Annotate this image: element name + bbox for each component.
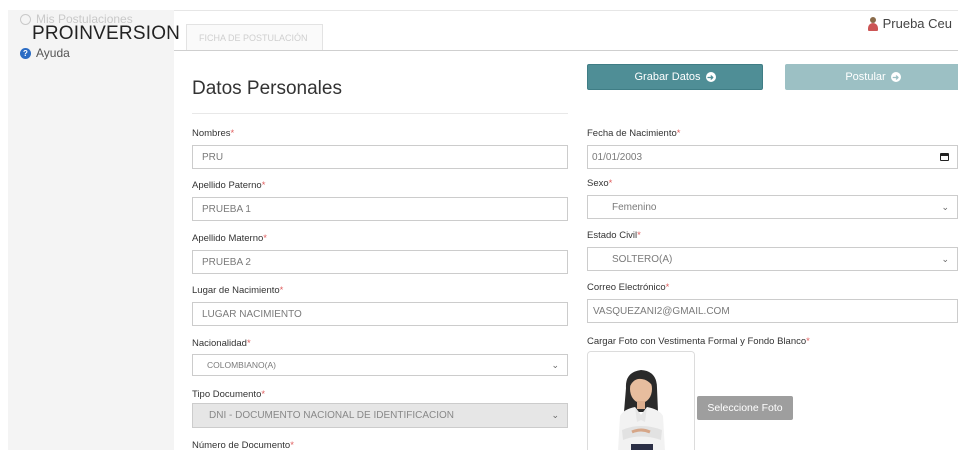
user-name: Prueba Ceu bbox=[882, 16, 952, 31]
fecha-nacimiento-input[interactable]: 01/01/2003 bbox=[587, 145, 958, 169]
chevron-down-icon: ⌄ bbox=[551, 359, 559, 370]
label-sexo: Sexo* bbox=[587, 178, 613, 189]
save-button[interactable]: Grabar Datos ➜ bbox=[587, 64, 763, 90]
estado-civil-select[interactable]: SOLTERO(A) ⌄ bbox=[587, 247, 958, 271]
tab-ficha-postulacion[interactable]: FICHA DE POSTULACIÓN bbox=[186, 24, 323, 51]
apply-button-label: Postular bbox=[845, 71, 886, 83]
sexo-value: Femenino bbox=[612, 201, 657, 213]
chevron-down-icon: ⌄ bbox=[941, 253, 949, 264]
nacionalidad-select[interactable]: COLOMBIANO(A) ⌄ bbox=[192, 354, 568, 376]
fecha-nacimiento-value: 01/01/2003 bbox=[592, 151, 643, 163]
label-estado-civil: Estado Civil* bbox=[587, 230, 641, 241]
sexo-select[interactable]: Femenino ⌄ bbox=[587, 195, 958, 219]
user-menu[interactable]: Prueba Ceu bbox=[867, 16, 952, 31]
estado-civil-value: SOLTERO(A) bbox=[612, 253, 673, 265]
label-tipo-documento: Tipo Documento* bbox=[192, 389, 266, 400]
lugar-nacimiento-input[interactable]: LUGAR NACIMIENTO bbox=[192, 302, 568, 326]
label-foto: Cargar Foto con Vestimenta Formal y Fond… bbox=[587, 336, 810, 347]
nombres-input[interactable]: PRU bbox=[192, 145, 568, 169]
photo-preview bbox=[587, 351, 695, 450]
apellido-materno-input[interactable]: PRUEBA 2 bbox=[192, 250, 568, 274]
label-numero-documento: Número de Documento* bbox=[192, 440, 294, 451]
apply-button[interactable]: Postular ➜ bbox=[785, 64, 958, 90]
label-lugar-nacimiento: Lugar de Nacimiento* bbox=[192, 285, 284, 296]
nacionalidad-value: COLOMBIANO(A) bbox=[207, 360, 276, 370]
sidebar-item-label: Ayuda bbox=[36, 46, 70, 60]
tipo-documento-value: DNI - DOCUMENTO NACIONAL DE IDENTIFICACI… bbox=[209, 410, 455, 421]
save-button-label: Grabar Datos bbox=[634, 71, 701, 83]
arrow-right-icon: ➜ bbox=[890, 72, 901, 82]
arrow-right-icon: ➜ bbox=[705, 72, 716, 82]
tipo-documento-select[interactable]: DNI - DOCUMENTO NACIONAL DE IDENTIFICACI… bbox=[192, 403, 568, 428]
top-divider bbox=[174, 10, 958, 11]
brand-logo: PROINVERSION bbox=[32, 23, 181, 44]
chevron-down-icon: ⌄ bbox=[941, 201, 949, 212]
sidebar-item-help[interactable]: ? Ayuda bbox=[20, 46, 70, 60]
label-apellido-paterno: Apellido Paterno* bbox=[192, 180, 266, 191]
user-icon bbox=[867, 16, 878, 31]
title-divider bbox=[192, 113, 568, 114]
page-title: Datos Personales bbox=[192, 78, 342, 99]
select-photo-button[interactable]: Seleccione Foto bbox=[697, 396, 793, 420]
calendar-icon[interactable] bbox=[940, 153, 949, 161]
label-nombres: Nombres* bbox=[192, 128, 235, 139]
label-apellido-materno: Apellido Materno* bbox=[192, 233, 267, 244]
sidebar bbox=[8, 10, 174, 450]
label-correo: Correo Electrónico* bbox=[587, 282, 670, 293]
apellido-paterno-input[interactable]: PRUEBA 1 bbox=[192, 197, 568, 221]
chevron-down-icon: ⌄ bbox=[551, 410, 559, 420]
clock-icon bbox=[20, 14, 31, 25]
label-nacionalidad: Nacionalidad* bbox=[192, 338, 251, 349]
profile-photo-image bbox=[588, 352, 694, 450]
label-fecha-nacimiento: Fecha de Nacimiento* bbox=[587, 128, 681, 139]
email-field[interactable]: VASQUEZANI2@GMAIL.COM bbox=[587, 299, 958, 323]
question-icon: ? bbox=[20, 47, 31, 59]
